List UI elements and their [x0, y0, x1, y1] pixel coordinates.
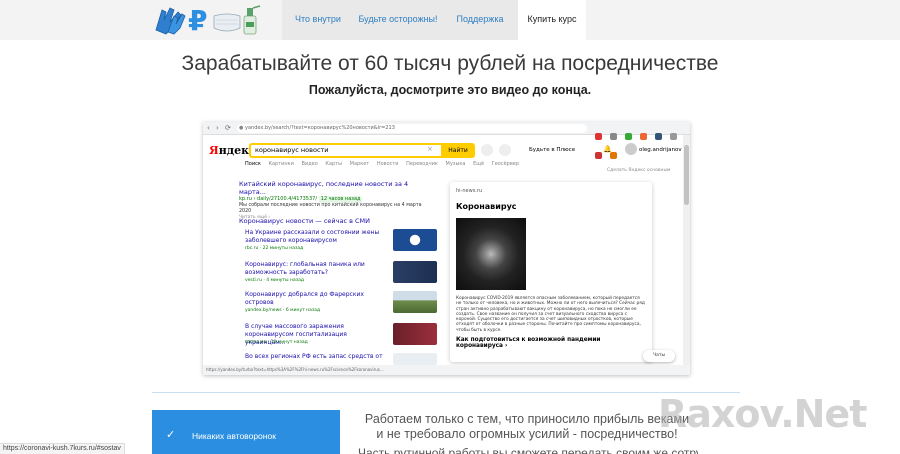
chat-button: Чаты — [643, 350, 675, 362]
video-scrollbar — [683, 135, 690, 365]
browser-status-url: https://coronavi-kush.7kurs.ru/#sostav — [0, 443, 125, 454]
video-player[interactable]: ‹ › ⟳ ● yandex.by/search/?text=коронавир… — [203, 122, 690, 375]
page-title: Зарабатывайте от 60 тысяч рублей на поср… — [181, 52, 719, 75]
yandex-find-button: Найти — [441, 143, 475, 158]
news-block-title: Коронавирус новости — сейчас в СМИ — [239, 217, 429, 225]
extension-icons — [595, 125, 690, 163]
news-thumbnail — [393, 353, 437, 365]
tab-search: Поиск — [245, 161, 261, 167]
make-default-link: Сделать Яндекс основным — [607, 168, 671, 173]
tab-music: Музыка — [445, 161, 466, 167]
top-nav: ₽ Что внутри Будьте осторожны! Поддержка… — [0, 0, 900, 40]
news-source: rbc.ru · 22 минуты назад — [245, 246, 304, 251]
extension-icon — [625, 133, 633, 140]
news-title: Во всех регионах РФ есть запас средств о… — [245, 353, 383, 360]
section-divider — [152, 392, 740, 393]
result-snippet: Мы собрали последние новости про китайск… — [239, 203, 422, 214]
extension-icon — [595, 152, 602, 159]
news-item: На Украине рассказали о состоянии жены з… — [245, 229, 437, 255]
news-title: Коронавирус: глобальная паника или возмо… — [245, 261, 365, 276]
extension-icon — [640, 133, 648, 140]
extension-icon — [595, 133, 602, 140]
news-item: В случае массового заражения коронавирус… — [245, 323, 437, 349]
tab-more: Ещё — [473, 161, 485, 167]
tab-images: Картинки — [268, 161, 294, 167]
yandex-plus-link: Будьте в Плюсе — [529, 147, 576, 153]
scroll-thumb — [684, 145, 689, 205]
news-thumbnail — [393, 229, 437, 251]
news-item: Коронавирус добрался до Фарерских остров… — [245, 291, 437, 317]
news-source: yandex.by/news · 6 минут назад — [245, 308, 321, 313]
news-title: На Украине рассказали о состоянии жены з… — [245, 229, 380, 244]
news-thumbnail — [393, 291, 437, 313]
address-text: yandex.by/search/?text=коронавирус%20нов… — [245, 125, 395, 131]
virus-image — [456, 218, 526, 290]
news-source: strana.ua · 10 минут назад — [245, 340, 308, 345]
news-item: Коронавирус: глобальная паника или возмо… — [245, 261, 437, 287]
browser-nav-icons: ‹ › ⟳ — [207, 124, 233, 132]
clear-icon: × — [427, 145, 433, 153]
yandex-logo-red: Я — [209, 144, 219, 157]
svg-text:₽: ₽ — [188, 4, 207, 36]
tab-translator: Переводчик — [406, 161, 438, 167]
logo-icon[interactable]: ₽ — [152, 2, 267, 36]
yandex-tabs: Поиск Картинки Видео Карты Маркет Новост… — [245, 161, 525, 167]
news-block-heading: Коронавирус новости — сейчас в СМИ — [239, 217, 371, 225]
result-badge: 12 часов назад — [318, 196, 363, 203]
news-thumbnail — [393, 323, 437, 345]
extension-icon — [670, 133, 678, 140]
news-title: Коронавирус добрался до Фарерских остров… — [245, 291, 364, 306]
work-description: Работаем только с тем, что приносило при… — [364, 412, 690, 441]
panel-question: Как подготовиться к возможной пандемии к… — [456, 337, 601, 349]
result-title: Китайский коронавирус, последние новости… — [239, 180, 409, 196]
extension-icon — [610, 152, 618, 159]
search-result: Китайский коронавирус, последние новости… — [239, 180, 429, 221]
video-status-url: https://yandex.by/turbo?text=https%3A%2F… — [203, 365, 690, 375]
check-icon: ✓ — [166, 429, 176, 441]
news-thumbnail — [393, 261, 437, 283]
watermark: Raxov.Net — [658, 392, 867, 436]
bell-icon: 🔔 — [603, 145, 612, 153]
tab-geo: Геосёрвер — [491, 161, 520, 167]
result-url: kp.ru › daily/27100.4/4173537/ 12 часов … — [239, 196, 429, 203]
knowledge-panel: hi-news.ru Коронавирус Коронавирус COVID… — [450, 182, 652, 362]
avatar — [625, 143, 637, 155]
address-bar: ● yandex.by/search/?text=коронавирус%20н… — [237, 124, 587, 133]
nav-what-inside[interactable]: Что внутри — [282, 0, 354, 40]
tab-news: Новости — [376, 161, 399, 167]
lock-icon: ● — [239, 125, 244, 131]
user-name: oleg.andrijanov — [639, 147, 682, 153]
filters-icon — [499, 144, 511, 156]
panel-source: hi-news.ru — [456, 188, 483, 194]
panel-text: Коронавирус COVID-2019 является опасным … — [456, 296, 645, 333]
nav-support[interactable]: Поддержка — [442, 0, 518, 40]
work-description-2: Часть рутинной работы вы сможете передат… — [358, 446, 698, 454]
tab-market: Маркет — [349, 161, 370, 167]
browser-toolbar: ‹ › ⟳ ● yandex.by/search/?text=коронавир… — [203, 122, 690, 159]
feature-label: Никаких автоворонок — [192, 431, 276, 441]
yandex-search-input: коронавирус новости × — [249, 143, 445, 158]
features-panel: ✓ Никаких автоворонок — [152, 410, 340, 454]
panel-title: Коронавирус — [456, 202, 517, 211]
tab-video: Видео — [301, 161, 318, 167]
extension-icon — [655, 133, 663, 140]
tab-maps: Карты — [325, 161, 343, 167]
nav-buy-course[interactable]: Купить курс — [518, 0, 586, 40]
news-source: vesti.ru · 4 минуты назад — [245, 278, 304, 283]
nav-be-careful[interactable]: Будьте осторожны! — [354, 0, 442, 40]
page-subtitle: Пожалуйста, досмотрите это видео до конц… — [308, 83, 592, 97]
search-query: коронавирус новости — [255, 146, 329, 154]
extension-icon — [610, 133, 618, 140]
result-url-text: kp.ru › daily/27100.4/4173537/ — [239, 196, 318, 202]
microphone-icon — [481, 144, 493, 156]
